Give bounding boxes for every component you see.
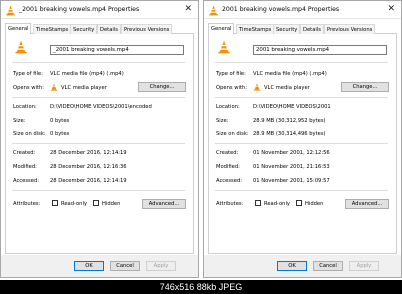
filename-field[interactable]: _2001 breaking vowels.mp4 [50, 45, 184, 55]
divider [12, 62, 185, 63]
properties-window-left: _2001 breaking vowels.mp4 Properties ✕ G… [0, 0, 199, 278]
tab-strip: General TimeStamps Security Details Prev… [208, 23, 397, 35]
window-title: 2001 breaking vowels.mp4 Properties [222, 6, 340, 13]
tab-details[interactable]: Details [97, 24, 121, 34]
divider [215, 143, 388, 144]
vlc-cone-icon [50, 83, 58, 91]
created-value: 28 December 2016, 12:14:19 [50, 150, 127, 156]
location-value: D:\VIDEO\HOME VIDEOS\2001 [253, 104, 331, 110]
type-of-file-label: Type of file: [13, 71, 43, 77]
read-only-checkbox[interactable] [255, 200, 261, 206]
tab-security[interactable]: Security [70, 24, 98, 34]
divider [12, 190, 185, 191]
filename-field[interactable]: 2001 breaking vowels.mp4 [253, 45, 387, 55]
image-info-bar: 746x516 88kb JPEG [0, 280, 402, 294]
vlc-cone-icon [218, 40, 230, 54]
divider [215, 97, 388, 98]
advanced-button[interactable]: Advanced... [345, 199, 389, 209]
size-on-disk-value: 0 bytes [50, 131, 70, 137]
type-of-file-value: VLC media file (mp4) (.mp4) [50, 71, 124, 77]
size-value: 28.9 MB (30,312,952 bytes) [253, 118, 326, 124]
opens-with-label: Opens with: [216, 85, 247, 91]
title-bar[interactable]: 2001 breaking vowels.mp4 Properties ✕ [204, 1, 401, 19]
opens-with-value: VLC media player [61, 85, 107, 91]
apply-button[interactable]: Apply [349, 261, 379, 271]
image-info-text: 746x516 88kb JPEG [159, 282, 243, 292]
size-on-disk-label: Size on disk: [13, 131, 46, 137]
apply-button[interactable]: Apply [146, 261, 176, 271]
attributes-label: Attributes: [216, 201, 244, 207]
accessed-label: Accessed: [216, 178, 242, 184]
modified-label: Modified: [216, 164, 240, 170]
tab-previous-versions[interactable]: Previous Versions [121, 24, 173, 34]
read-only-checkbox[interactable] [52, 200, 58, 206]
type-of-file-value: VLC media file (mp4) (.mp4) [253, 71, 327, 77]
divider [215, 190, 388, 191]
divider [12, 143, 185, 144]
location-value: D:\VIDEO\HOME VIDEOS\2001\encoded [50, 104, 152, 110]
close-icon[interactable]: ✕ [387, 4, 395, 14]
opens-with-label: Opens with: [13, 85, 44, 91]
hidden-checkbox[interactable] [93, 200, 99, 206]
divider [215, 62, 388, 63]
ok-button[interactable]: OK [74, 261, 104, 271]
vlc-cone-icon [253, 83, 261, 91]
created-label: Created: [216, 150, 239, 156]
tab-timestamps[interactable]: TimeStamps [236, 24, 275, 34]
modified-label: Modified: [13, 164, 37, 170]
general-panel: 2001 breaking vowels.mp4 Type of file: V… [208, 34, 397, 254]
location-label: Location: [216, 104, 240, 110]
hidden-checkbox[interactable] [296, 200, 302, 206]
change-button[interactable]: Change... [138, 82, 186, 92]
read-only-label: Read-only [61, 201, 87, 207]
type-of-file-label: Type of file: [216, 71, 246, 77]
opens-with-value: VLC media player [264, 85, 310, 91]
read-only-label: Read-only [264, 201, 290, 207]
accessed-value: 01 November 2001, 15:09:57 [253, 178, 330, 184]
created-label: Created: [13, 150, 36, 156]
tab-details[interactable]: Details [300, 24, 324, 34]
dialog-footer: OK Cancel Apply [204, 255, 401, 277]
size-on-disk-label: Size on disk: [216, 131, 249, 137]
close-icon[interactable]: ✕ [184, 4, 192, 14]
vlc-cone-icon [6, 5, 15, 16]
ok-button[interactable]: OK [277, 261, 307, 271]
hidden-label: Hidden [102, 201, 121, 207]
tab-security[interactable]: Security [273, 24, 301, 34]
tab-previous-versions[interactable]: Previous Versions [324, 24, 376, 34]
advanced-button[interactable]: Advanced... [142, 199, 186, 209]
hidden-label: Hidden [305, 201, 324, 207]
size-label: Size: [216, 118, 229, 124]
attributes-label: Attributes: [13, 201, 41, 207]
created-value: 01 November 2001, 12:12:56 [253, 150, 330, 156]
cancel-button[interactable]: Cancel [313, 261, 343, 271]
tab-timestamps[interactable]: TimeStamps [33, 24, 72, 34]
dialog-footer: OK Cancel Apply [1, 255, 198, 277]
accessed-label: Accessed: [13, 178, 39, 184]
cancel-button[interactable]: Cancel [110, 261, 140, 271]
change-button[interactable]: Change... [341, 82, 389, 92]
modified-value: 28 December 2016, 12:16:36 [50, 164, 127, 170]
divider [12, 97, 185, 98]
vlc-cone-icon [209, 5, 218, 16]
size-value: 0 bytes [50, 118, 70, 124]
window-title: _2001 breaking vowels.mp4 Properties [19, 6, 140, 13]
properties-window-right: 2001 breaking vowels.mp4 Properties ✕ Ge… [203, 0, 402, 278]
title-bar[interactable]: _2001 breaking vowels.mp4 Properties ✕ [1, 1, 198, 19]
general-panel: _2001 breaking vowels.mp4 Type of file: … [5, 34, 194, 254]
location-label: Location: [13, 104, 37, 110]
modified-value: 01 November 2001, 21:16:53 [253, 164, 330, 170]
size-label: Size: [13, 118, 26, 124]
accessed-value: 28 December 2016, 12:14:19 [50, 178, 127, 184]
tab-strip: General TimeStamps Security Details Prev… [5, 23, 194, 35]
vlc-cone-icon [15, 40, 27, 54]
size-on-disk-value: 28.9 MB (30,314,496 bytes) [253, 131, 326, 137]
